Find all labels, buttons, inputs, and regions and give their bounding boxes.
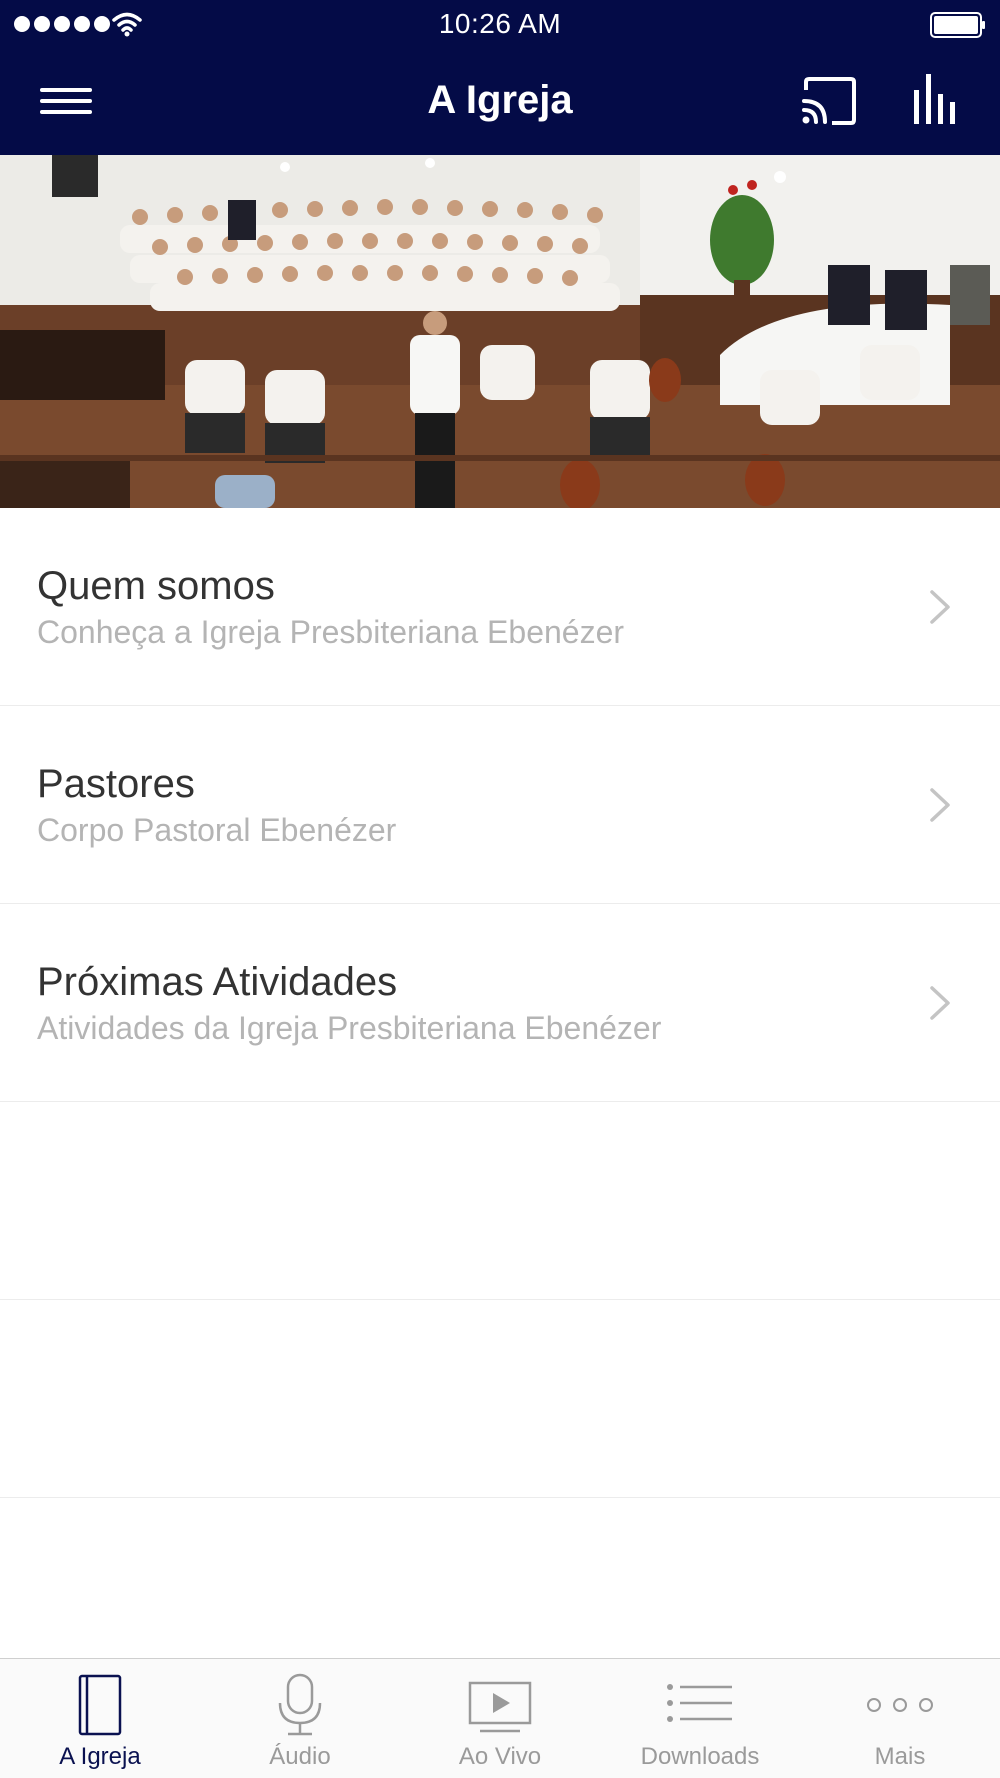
status-bar: 10:26 AM: [0, 0, 1000, 52]
top-bar: 10:26 AM A Igreja: [0, 0, 1000, 155]
equalizer-icon[interactable]: [912, 72, 960, 126]
book-icon: [78, 1674, 122, 1736]
tab-audio[interactable]: Áudio: [200, 1659, 400, 1778]
tab-label: A Igreja: [59, 1743, 141, 1770]
list-item-title: Pastores: [37, 762, 195, 806]
list-item-subtitle: Conheça a Igreja Presbiteriana Ebenézer: [37, 614, 625, 650]
list-item-pastores[interactable]: Pastores Corpo Pastoral Ebenézer: [0, 706, 1000, 904]
tab-ao-vivo[interactable]: Ao Vivo: [400, 1659, 600, 1778]
tab-label: Downloads: [640, 1743, 760, 1770]
list-item-proximas-atividades[interactable]: Próximas Atividades Atividades da Igreja…: [0, 904, 1000, 1102]
tab-label: Mais: [874, 1743, 926, 1770]
navigation-bar: A Igreja: [0, 52, 1000, 155]
hero-image: [0, 155, 1000, 508]
tab-downloads[interactable]: Downloads: [600, 1659, 800, 1778]
list-icon: [667, 1684, 732, 1722]
chevron-right-icon: [930, 986, 950, 1020]
empty-row: [0, 1300, 1000, 1498]
list-item-title: Próximas Atividades: [37, 960, 398, 1004]
menu-list: Quem somos Conheça a Igreja Presbiterian…: [0, 508, 1000, 1498]
tab-label: Áudio: [269, 1743, 331, 1770]
chevron-right-icon: [930, 590, 950, 624]
status-time: 10:26 AM: [438, 8, 562, 39]
microphone-icon: [278, 1673, 322, 1736]
tab-label: Ao Vivo: [458, 1743, 542, 1770]
tab-a-igreja[interactable]: A Igreja: [0, 1659, 200, 1778]
chevron-right-icon: [930, 788, 950, 822]
empty-row: [0, 1102, 1000, 1300]
list-item-title: Quem somos: [37, 564, 275, 608]
list-item-subtitle: Corpo Pastoral Ebenézer: [37, 812, 397, 848]
list-item-quem-somos[interactable]: Quem somos Conheça a Igreja Presbiterian…: [0, 508, 1000, 706]
list-item-subtitle: Atividades da Igreja Presbiteriana Ebené…: [37, 1010, 662, 1046]
more-dots-icon: [867, 1698, 933, 1712]
cast-icon[interactable]: [800, 76, 858, 126]
battery-icon: [930, 12, 985, 38]
tab-bar: A Igreja Áudio Ao Vivo Downloads Mais: [0, 1658, 1000, 1778]
video-play-icon: [468, 1681, 532, 1733]
tab-mais[interactable]: Mais: [800, 1659, 1000, 1778]
